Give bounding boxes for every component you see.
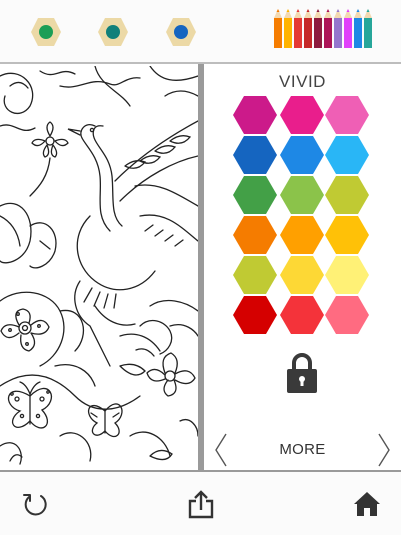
color-swatch[interactable] <box>280 296 324 334</box>
pencil-lead <box>296 9 300 12</box>
lock-icon[interactable] <box>285 350 319 394</box>
pencil-body <box>334 18 342 48</box>
pencil-body <box>304 18 312 48</box>
palette-title: VIVID <box>279 72 326 91</box>
color-swatch[interactable] <box>280 136 324 174</box>
pencil-lead <box>306 9 310 12</box>
recent-color-1[interactable] <box>30 17 62 47</box>
home-icon[interactable] <box>352 489 382 519</box>
pencil-body <box>364 18 372 48</box>
color-swatch[interactable] <box>280 96 324 134</box>
pencil-lead <box>276 9 280 12</box>
undo-icon[interactable] <box>20 489 50 519</box>
color-swatch[interactable] <box>325 176 369 214</box>
pencil-body <box>274 18 282 48</box>
pencil-lead <box>326 9 330 12</box>
pencil-lead <box>316 9 320 12</box>
share-icon[interactable] <box>186 489 216 519</box>
pencil-body <box>284 18 292 48</box>
pencil-lead <box>356 9 360 12</box>
pencil-body <box>314 18 322 48</box>
pencil-body <box>344 18 352 48</box>
color-swatch[interactable] <box>325 256 369 294</box>
pencil-body <box>294 18 302 48</box>
chevron-right-icon[interactable] <box>374 432 394 468</box>
color-swatch[interactable] <box>325 136 369 174</box>
color-swatch[interactable] <box>280 216 324 254</box>
bottom-toolbar <box>0 472 401 535</box>
top-bar <box>0 0 401 62</box>
more-button[interactable]: MORE <box>204 441 401 458</box>
color-swatch[interactable] <box>233 176 277 214</box>
color-swatch[interactable] <box>233 296 277 334</box>
line-art-image <box>0 66 198 465</box>
color-palette-panel: VIVID MORE <box>204 64 401 470</box>
coloring-canvas[interactable] <box>0 66 198 470</box>
color-swatch[interactable] <box>280 176 324 214</box>
recent-color-3[interactable] <box>165 17 197 47</box>
color-swatch[interactable] <box>325 96 369 134</box>
color-swatch[interactable] <box>233 216 277 254</box>
color-swatch[interactable] <box>233 96 277 134</box>
pencil-lead <box>336 9 340 12</box>
color-swatch[interactable] <box>325 216 369 254</box>
color-swatch[interactable] <box>325 296 369 334</box>
pencil-lead <box>366 9 370 12</box>
pencils-icon[interactable] <box>272 8 376 50</box>
color-swatch[interactable] <box>280 256 324 294</box>
more-row: MORE <box>204 432 401 468</box>
recent-color-2[interactable] <box>97 17 129 47</box>
pencil-body <box>354 18 362 48</box>
color-swatch[interactable] <box>233 136 277 174</box>
pencil-lead <box>346 9 350 12</box>
color-swatch[interactable] <box>233 256 277 294</box>
pencil-lead <box>286 9 290 12</box>
pencil-body <box>324 18 332 48</box>
